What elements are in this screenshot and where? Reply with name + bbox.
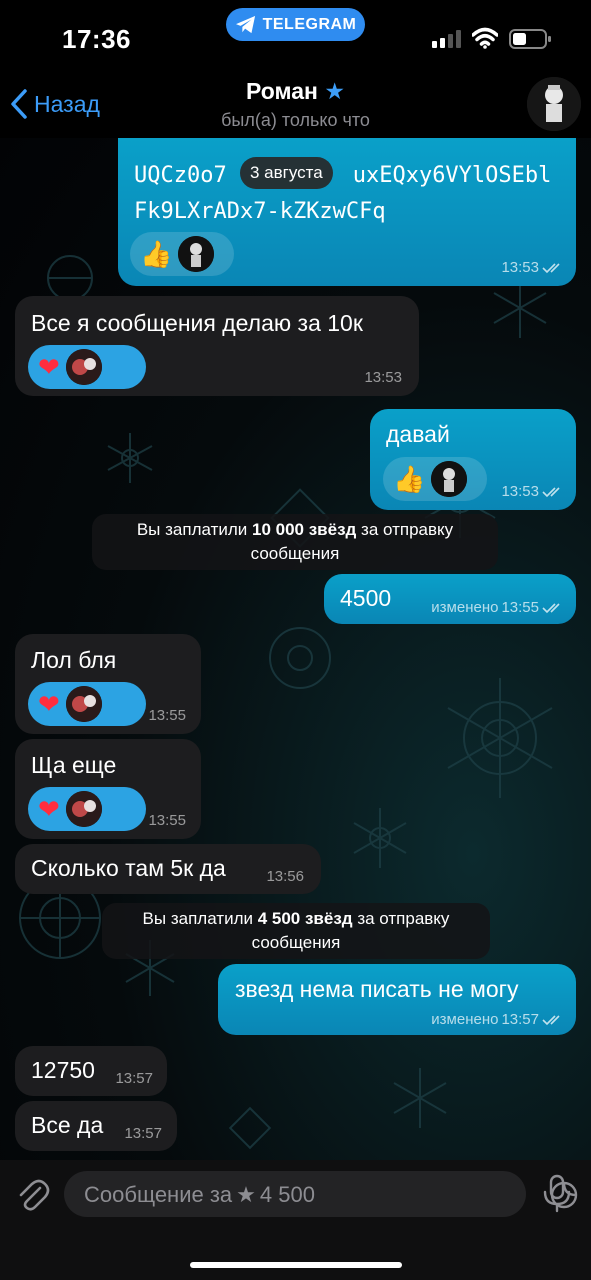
message-bubble-outgoing[interactable]: звезд нема писать не могу изменено 13:57 [218,964,576,1035]
contact-name: Роман [246,78,318,104]
thumbs-up-icon: 👍 [140,239,173,269]
message-time: 13:57 [115,1070,153,1087]
heart-icon: ❤ [38,689,60,719]
message-bubble-incoming[interactable]: 12750 13:57 [15,1046,167,1096]
battery-icon [509,29,551,49]
message-input[interactable]: Сообщение за ★ 4 500 [64,1171,578,1217]
home-indicator [190,1262,402,1268]
message-time: 13:53 [364,369,402,386]
message-time: 13:53 [501,483,564,500]
message-text: Все я сообщения делаю за 10к [31,310,363,336]
message-time: изменено 13:57 [431,1011,564,1028]
message-bubble-outgoing[interactable]: давай 👍 13:53 [370,409,576,510]
message-text: UQCz0o7 uxEQxy6VYlOSEbl Fk9LXrADx7-kZKzwC… [134,163,552,224]
reaction-chip[interactable]: 👍 [130,232,234,276]
reaction-avatar [65,349,102,385]
message-bubble-incoming[interactable]: Ща еще ❤ 13:55 [15,739,201,839]
date-separator: 3 августа [240,157,333,189]
star-icon: ★ [236,1182,256,1207]
service-message: Вы заплатили 10 000 звёзд за отправку со… [92,514,498,570]
message-text: Сколько там 5к да [31,855,226,881]
reaction-avatar [65,791,102,827]
message-bubble-incoming[interactable]: Лол бля ❤ 13:55 [15,634,201,734]
message-time: изменено 13:55 [431,599,564,616]
message-text: давай [386,421,450,447]
message-time: 13:55 [148,812,186,829]
status-bar: 17:36 TELEGRAM [0,0,591,80]
double-check-icon [542,1014,560,1025]
message-text: Лол бля [31,647,117,673]
message-text: Ща еще [31,752,117,778]
message-bubble-incoming[interactable]: Сколько там 5к да 13:56 [15,844,321,894]
heart-icon: ❤ [38,794,60,824]
last-seen-status: был(а) только что [221,110,370,130]
message-bubble-outgoing[interactable]: 4500 изменено 13:55 [324,574,576,624]
message-text: звезд нема писать не могу [235,976,519,1002]
reaction-chip[interactable]: ❤ [28,787,146,831]
thumbs-up-icon: 👍 [393,464,426,494]
reaction-chip[interactable]: 👍 [383,457,487,501]
message-input-placeholder: Сообщение за ★ 4 500 [84,1182,315,1207]
contact-avatar[interactable] [527,77,581,131]
message-text: 12750 [31,1057,95,1083]
message-text: Все да [31,1112,104,1138]
message-text: 4500 [340,585,392,611]
microphone-icon[interactable] [542,1174,572,1214]
reaction-chip[interactable]: ❤ [28,345,146,389]
double-check-icon [542,262,560,273]
telegram-pill-label: TELEGRAM [262,15,357,33]
message-time: 13:56 [266,868,304,885]
telegram-pill[interactable]: TELEGRAM [226,8,365,41]
message-bubble-outgoing[interactable]: UQCz0o7 uxEQxy6VYlOSEbl Fk9LXrADx7-kZKzwC… [118,138,576,286]
chat-title[interactable]: Роман ★ [0,78,591,105]
reaction-avatar [178,236,215,272]
reaction-chip[interactable]: ❤ [28,682,146,726]
cellular-signal-icon [432,30,461,48]
message-bubble-incoming[interactable]: Все да 13:57 [15,1101,177,1151]
wifi-icon [472,27,498,49]
reaction-avatar [431,461,468,497]
chat-header: Назад Роман ★ был(а) только что [0,70,591,138]
message-time: 13:53 [501,259,564,276]
paperclip-icon[interactable] [14,1174,50,1214]
telegram-icon [235,15,255,33]
message-bubble-incoming[interactable]: Все я сообщения делаю за 10к ❤ 13:53 [15,296,419,396]
premium-star-icon: ★ [324,78,345,104]
message-time: 13:55 [148,707,186,724]
status-time: 17:36 [62,24,131,54]
double-check-icon [542,602,560,613]
double-check-icon [542,486,560,497]
reaction-avatar [65,686,102,722]
service-message: Вы заплатили 4 500 звёзд за отправку соо… [102,903,490,959]
heart-icon: ❤ [38,352,60,382]
message-time: 13:57 [124,1125,162,1142]
